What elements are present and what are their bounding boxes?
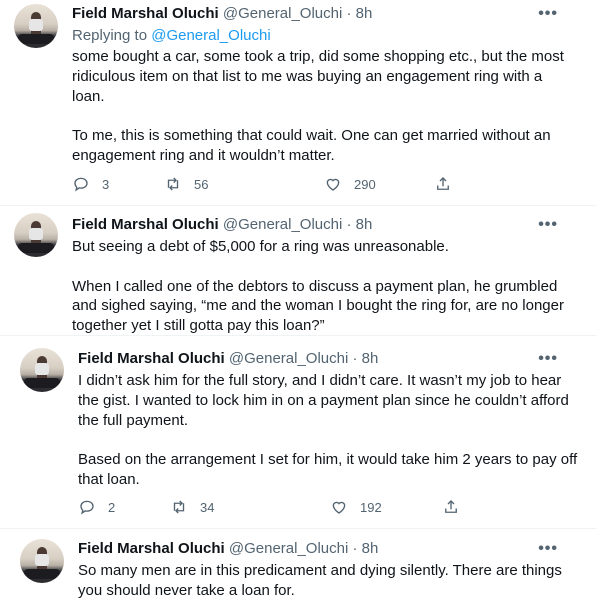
- tweet-3[interactable]: Field Marshal Oluchi @General_Oluchi · 8…: [0, 336, 596, 528]
- tweet-1[interactable]: Field Marshal Oluchi @General_Oluchi · 8…: [0, 0, 596, 205]
- tweet-text: But seeing a debt of $5,000 for a ring w…: [72, 238, 564, 335]
- separator: ·: [346, 5, 352, 22]
- avatar[interactable]: [14, 4, 58, 48]
- retweet-icon: [173, 500, 185, 514]
- like-count: 192: [360, 499, 382, 515]
- tweet-2[interactable]: Field Marshal Oluchi @General_Oluchi · 8…: [0, 205, 596, 335]
- tweet-text: some bought a car, some took a trip, did…: [72, 48, 564, 164]
- retweet-count: 56: [194, 176, 209, 192]
- share-icon: [445, 500, 457, 513]
- replying-to-label: Replying to: [72, 27, 148, 44]
- share-button[interactable]: [434, 174, 452, 194]
- author-handle[interactable]: @General_Oluchi: [223, 216, 342, 233]
- reply-button[interactable]: 3: [72, 174, 109, 194]
- separator: ·: [352, 540, 358, 557]
- heart-icon: [326, 178, 340, 191]
- retweet-button[interactable]: 34: [170, 497, 214, 517]
- tweet-4[interactable]: Field Marshal Oluchi @General_Oluchi · 8…: [0, 529, 596, 609]
- author-name[interactable]: Field Marshal Oluchi: [72, 5, 219, 22]
- like-button[interactable]: 290: [324, 174, 376, 194]
- retweet-count: 34: [200, 499, 215, 515]
- more-options-icon[interactable]: •••: [538, 217, 558, 233]
- author-name[interactable]: Field Marshal Oluchi: [78, 350, 225, 367]
- replying-to: Replying to @General_Oluchi: [72, 27, 271, 44]
- reply-count: 2: [108, 499, 116, 515]
- replying-to-handle[interactable]: @General_Oluchi: [151, 27, 270, 44]
- author-name[interactable]: Field Marshal Oluchi: [78, 540, 225, 557]
- tweet-actions: 3 56 290: [72, 174, 472, 194]
- author-handle[interactable]: @General_Oluchi: [223, 5, 342, 22]
- tweet-text: I didn’t ask him for the full story, and…: [78, 372, 578, 488]
- more-options-icon[interactable]: •••: [538, 351, 558, 367]
- tweet-text: So many men are in this predicament and …: [78, 562, 562, 599]
- more-options-icon[interactable]: •••: [538, 6, 558, 22]
- timestamp[interactable]: 8h: [356, 5, 373, 22]
- separator: ·: [346, 216, 352, 233]
- reply-count: 3: [102, 176, 110, 192]
- avatar[interactable]: [20, 348, 64, 392]
- avatar[interactable]: [20, 539, 64, 583]
- reply-icon: [74, 177, 88, 192]
- like-button[interactable]: 192: [330, 497, 382, 517]
- author-handle[interactable]: @General_Oluchi: [229, 350, 348, 367]
- heart-icon: [332, 501, 346, 514]
- timestamp[interactable]: 8h: [362, 350, 379, 367]
- reply-icon: [80, 500, 94, 515]
- timestamp[interactable]: 8h: [356, 216, 373, 233]
- retweet-icon: [167, 177, 179, 191]
- more-options-icon[interactable]: •••: [538, 541, 558, 557]
- separator: ·: [352, 350, 358, 367]
- retweet-button[interactable]: 56: [164, 174, 208, 194]
- author-handle[interactable]: @General_Oluchi: [229, 540, 348, 557]
- reply-button[interactable]: 2: [78, 497, 115, 517]
- avatar[interactable]: [14, 213, 58, 257]
- tweet-actions: 2 34 192: [78, 497, 478, 517]
- author-name[interactable]: Field Marshal Oluchi: [72, 216, 219, 233]
- timestamp[interactable]: 8h: [362, 540, 379, 557]
- share-icon: [437, 177, 449, 190]
- like-count: 290: [354, 176, 376, 192]
- share-button[interactable]: [442, 497, 460, 517]
